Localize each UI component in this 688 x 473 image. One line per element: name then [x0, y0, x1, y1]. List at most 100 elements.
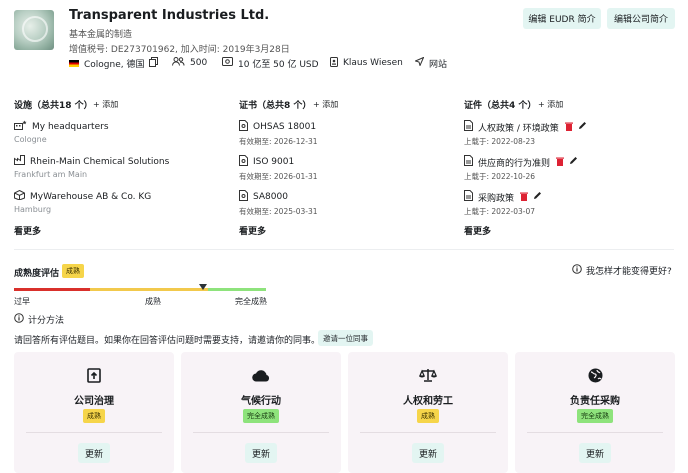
- facilities-see-more[interactable]: 看更多: [14, 224, 41, 237]
- assessment-card: 负责任采购 完全成熟 更新: [515, 352, 675, 473]
- certificate-validity: 有效期至: 2026-01-31: [239, 172, 318, 181]
- maturity-title: 成熟度评估: [14, 269, 60, 279]
- edit-icon[interactable]: [569, 156, 578, 168]
- certificates-title: 证书（总共8 个）: [239, 101, 312, 111]
- card-divider: [360, 432, 496, 433]
- scale-label-full: 完全成熟: [235, 297, 267, 306]
- assessment-card: 气候行动 完全成熟 更新: [181, 352, 341, 473]
- add-document-button[interactable]: + 添加: [538, 99, 563, 110]
- scales-icon: [348, 368, 508, 386]
- scoring-method-text[interactable]: 计分方法: [28, 313, 64, 326]
- documents-see-more[interactable]: 看更多: [464, 224, 491, 237]
- company-name: Transparent Industries Ltd.: [69, 8, 270, 23]
- score-marker: [199, 284, 207, 290]
- info-icon: [572, 264, 582, 277]
- document-item[interactable]: 人权政策 / 环境政策: [464, 120, 587, 134]
- document-item[interactable]: 供应商的行为准则: [464, 155, 578, 169]
- delete-icon[interactable]: [556, 157, 565, 168]
- certificate-validity: 有效期至: 2025-03-31: [239, 207, 318, 216]
- headquarters-icon: [14, 120, 27, 133]
- revenue: 10 亿至 50 亿 USD: [222, 56, 319, 70]
- document-name[interactable]: 人权政策 / 环境政策: [478, 121, 559, 134]
- improve-link-text[interactable]: 我怎样才能变得更好?: [586, 264, 672, 277]
- card-badge: 成熟: [417, 409, 439, 423]
- upload-box-icon: [14, 368, 174, 387]
- update-button[interactable]: 更新: [579, 443, 611, 463]
- certificate-item[interactable]: ISO 9001: [239, 155, 294, 169]
- card-divider: [26, 432, 162, 433]
- facility-item[interactable]: My headquarters: [14, 120, 109, 133]
- assessment-instruction: 请回答所有评估题目。如果你在回答评估问题时需要支持，请邀请你的同事。: [14, 336, 321, 346]
- add-certificate-button[interactable]: + 添加: [313, 99, 338, 110]
- certificate-name[interactable]: OHSAS 18001: [253, 122, 316, 132]
- globe-icon: [515, 368, 675, 387]
- certificate-icon: [239, 190, 248, 204]
- germany-flag-icon: [69, 59, 79, 67]
- navigation-arrow-icon: [414, 56, 425, 69]
- certificate-name[interactable]: SA8000: [253, 192, 288, 202]
- company-industry: 基本金属的制造: [69, 30, 133, 40]
- card-badge: 完全成熟: [243, 409, 279, 423]
- assessment-card: 人权和劳工 成熟 更新: [348, 352, 508, 473]
- facility-city: Cologne: [14, 135, 47, 144]
- factory-icon: [14, 155, 25, 168]
- facility-item[interactable]: Rhein-Main Chemical Solutions: [14, 155, 169, 168]
- add-facility-button[interactable]: + 添加: [93, 99, 118, 110]
- card-title: 人权和劳工: [403, 396, 453, 407]
- edit-icon[interactable]: [533, 191, 542, 203]
- info-icon: [14, 313, 24, 326]
- scale-label-mature: 成熟: [145, 297, 161, 306]
- certificate-validity: 有效期至: 2026-12-31: [239, 137, 318, 146]
- document-upload-date: 上载于: 2022-08-23: [464, 137, 535, 146]
- card-divider: [527, 432, 663, 433]
- facility-city: Hamburg: [14, 205, 52, 214]
- document-upload-date: 上载于: 2022-03-07: [464, 207, 535, 216]
- scoring-method-link[interactable]: 计分方法: [14, 313, 64, 326]
- card-title: 气候行动: [241, 396, 281, 407]
- improve-link[interactable]: 我怎样才能变得更好?: [572, 264, 672, 277]
- facility-name[interactable]: MyWarehouse AB & Co. KG: [30, 192, 151, 202]
- document-name[interactable]: 供应商的行为准则: [478, 156, 550, 169]
- edit-company-button[interactable]: 编辑公司简介: [607, 8, 675, 29]
- delete-icon[interactable]: [520, 192, 529, 203]
- card-badge: 成熟: [83, 409, 105, 423]
- certificate-item[interactable]: OHSAS 18001: [239, 120, 316, 134]
- update-button[interactable]: 更新: [412, 443, 444, 463]
- scale-bar-full: [208, 288, 266, 291]
- scale-label-early: 过早: [14, 297, 30, 306]
- document-name[interactable]: 采购政策: [478, 191, 514, 204]
- update-button[interactable]: 更新: [78, 443, 110, 463]
- website-link[interactable]: 网站: [414, 56, 447, 70]
- scale-bar-early: [14, 288, 90, 291]
- edit-eudr-button[interactable]: 编辑 EUDR 简介: [523, 8, 601, 29]
- revenue-text: 10 亿至 50 亿 USD: [238, 59, 319, 70]
- certificate-name[interactable]: ISO 9001: [253, 157, 294, 167]
- people-icon: [172, 57, 185, 69]
- copy-icon[interactable]: [149, 56, 159, 70]
- certificate-item[interactable]: SA8000: [239, 190, 288, 204]
- document-item[interactable]: 采购政策: [464, 190, 542, 204]
- facility-item[interactable]: MyWarehouse AB & Co. KG: [14, 189, 151, 203]
- facility-city: Frankfurt am Main: [14, 170, 88, 179]
- delete-icon[interactable]: [564, 122, 573, 133]
- company-logo: [14, 10, 54, 50]
- edit-icon[interactable]: [578, 121, 587, 133]
- certificates-see-more[interactable]: 看更多: [239, 224, 266, 237]
- facility-name[interactable]: My headquarters: [32, 122, 109, 132]
- update-button[interactable]: 更新: [245, 443, 277, 463]
- invite-colleague-button[interactable]: 邀请一位同事: [318, 330, 373, 346]
- document-icon: [464, 190, 473, 204]
- card-badge: 完全成熟: [577, 409, 613, 423]
- document-icon: [464, 155, 473, 169]
- contact: Klaus Wiesen: [330, 56, 403, 70]
- location: Cologne, 德国: [69, 56, 159, 70]
- card-title: 负责任采购: [570, 396, 620, 407]
- contact-card-icon: [330, 56, 338, 70]
- location-text: Cologne, 德国: [84, 59, 145, 70]
- card-divider: [193, 432, 329, 433]
- website-text[interactable]: 网站: [429, 57, 447, 70]
- vat-line: 增值税号: DE273701962, 加入时间: 2019年3月28日: [69, 45, 290, 55]
- documents-title: 证件（总共4 个）: [464, 101, 537, 111]
- certificate-icon: [239, 120, 248, 134]
- facility-name[interactable]: Rhein-Main Chemical Solutions: [30, 157, 169, 167]
